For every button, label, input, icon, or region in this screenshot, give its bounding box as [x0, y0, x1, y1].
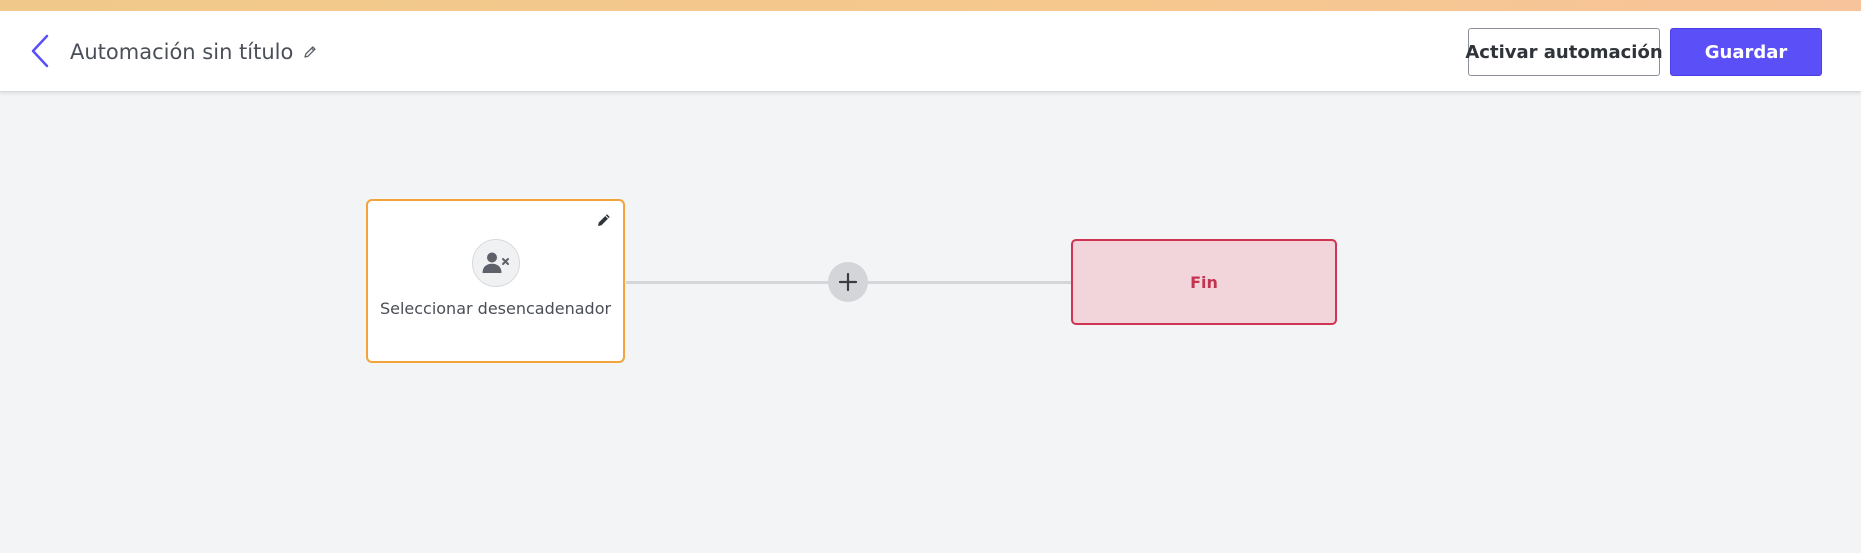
- plus-icon: [838, 272, 858, 292]
- pencil-icon: [304, 46, 317, 58]
- flow-canvas[interactable]: Seleccionar desencadenador Fin: [0, 92, 1861, 553]
- automation-title[interactable]: Automación sin título: [70, 40, 293, 64]
- edit-trigger-button[interactable]: [595, 211, 613, 229]
- top-accent-bar: [0, 0, 1861, 11]
- back-button[interactable]: [26, 31, 54, 71]
- add-step-button[interactable]: [828, 262, 868, 302]
- end-label: Fin: [1190, 272, 1218, 292]
- save-button[interactable]: Guardar: [1670, 28, 1822, 76]
- activate-automation-button[interactable]: Activar automación: [1465, 28, 1663, 76]
- trigger-node[interactable]: Seleccionar desencadenador: [366, 199, 625, 363]
- trigger-label: Seleccionar desencadenador: [379, 299, 612, 318]
- trigger-icon-wrapper: [472, 239, 520, 287]
- edit-title-button[interactable]: [301, 43, 319, 61]
- pencil-icon: [598, 214, 610, 226]
- app-header: Automación sin título Activar automación…: [0, 11, 1861, 92]
- user-remove-icon: [482, 252, 509, 273]
- chevron-left-icon: [31, 34, 49, 68]
- end-node: Fin: [1071, 239, 1337, 325]
- automation-title-area: Automación sin título: [70, 37, 319, 67]
